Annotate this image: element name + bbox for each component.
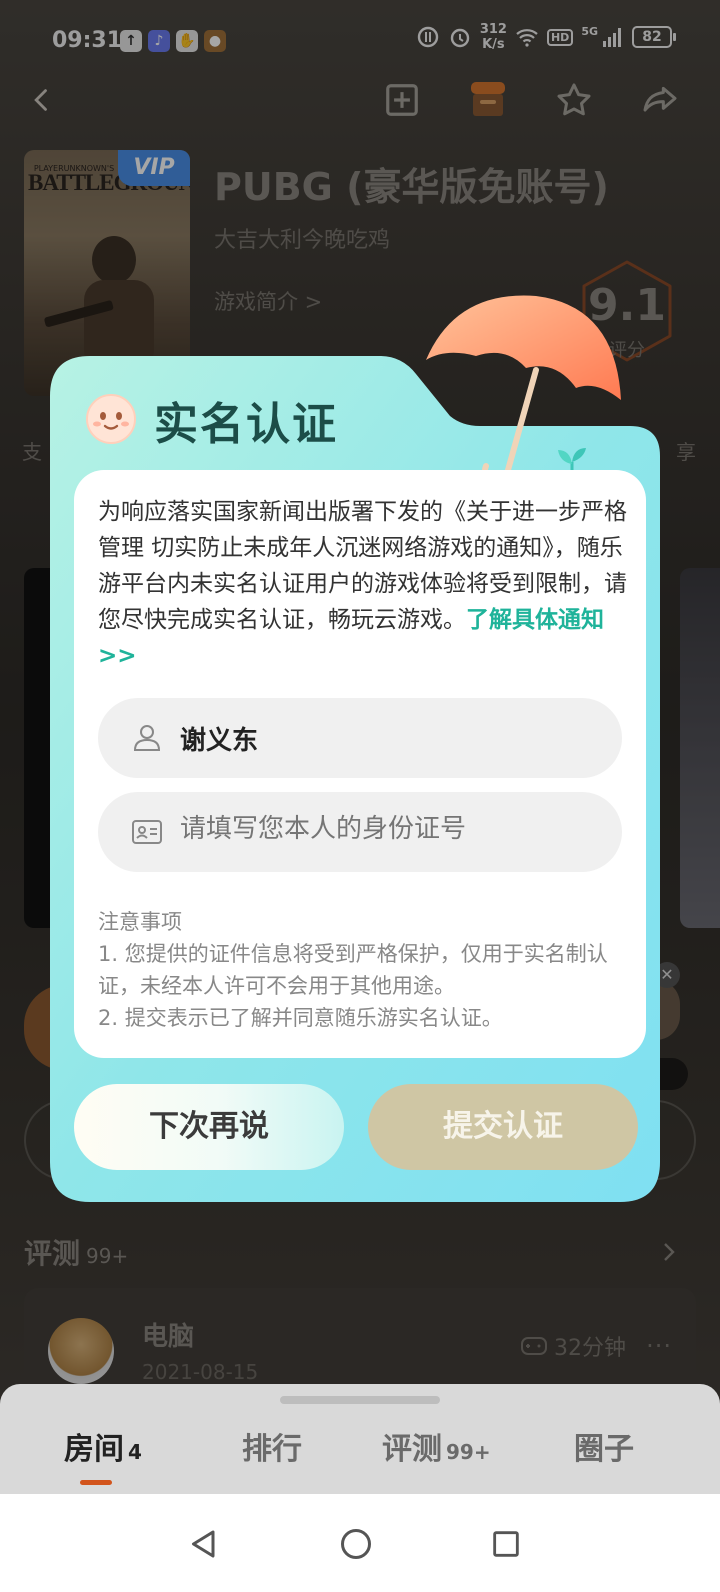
bottom-tab-bar: 房间 4 排行 评测 99+ 圈子 [0,1384,720,1494]
tab-badge: 99+ [446,1440,491,1464]
name-value: 谢义东 [180,726,259,756]
circle-home-icon [341,1529,371,1559]
tab-label: 房间 [64,1432,124,1467]
later-button[interactable]: 下次再说 [74,1084,344,1170]
tips-list: 1. 您提供的证件信息将受到严格保护，仅用于实名制认证，未经本人许可不会用于其他… [98,938,628,1034]
tab-rooms[interactable]: 房间 4 [64,1424,142,1468]
system-home-button[interactable] [326,1514,386,1574]
system-back-button[interactable] [174,1514,234,1574]
tab-label: 圈子 [574,1432,634,1467]
triangle-back-icon [192,1530,215,1558]
system-recents-button[interactable] [476,1514,536,1574]
drag-handle[interactable] [280,1396,440,1404]
person-icon [133,725,161,751]
dialog-title: 实名认证 [154,399,338,450]
tab-circles[interactable]: 圈子 [574,1424,634,1468]
notice-text: 为响应落实国家新闻出版署下发的《关于进一步严格管理 切实防止未成年人沉迷网络游戏… [98,494,628,674]
id-card-icon [132,820,162,844]
submit-button[interactable]: 提交认证 [368,1084,638,1170]
tips-title: 注意事项 [98,910,182,934]
system-nav-bar [0,1494,720,1592]
id-number-field[interactable] [98,792,622,872]
tab-badge: 4 [128,1440,142,1464]
tip-item: 2. 提交表示已了解并同意随乐游实名认证。 [98,1006,503,1030]
tab-ranking[interactable]: 排行 [242,1424,302,1468]
smiley-face-icon [86,394,136,444]
tab-label: 评测 [382,1432,442,1467]
square-recents-icon [493,1531,519,1557]
tab-label: 排行 [242,1432,302,1467]
tip-item: 1. 您提供的证件信息将受到严格保护，仅用于实名制认证，未经本人许可不会用于其他… [98,942,608,998]
id-number-input[interactable] [180,814,600,844]
umbrella-icon [426,295,621,484]
active-tab-indicator [80,1480,112,1485]
real-name-dialog: 实名认证 为响应落实国家新闻出版署下发的《关于进一步严格管理 切实防止未成年人沉… [50,295,670,1202]
dialog-card: 为响应落实国家新闻出版署下发的《关于进一步严格管理 切实防止未成年人沉迷网络游戏… [74,470,646,1058]
name-field[interactable]: 谢义东 [98,698,622,778]
tab-reviews[interactable]: 评测 99+ [382,1424,491,1468]
